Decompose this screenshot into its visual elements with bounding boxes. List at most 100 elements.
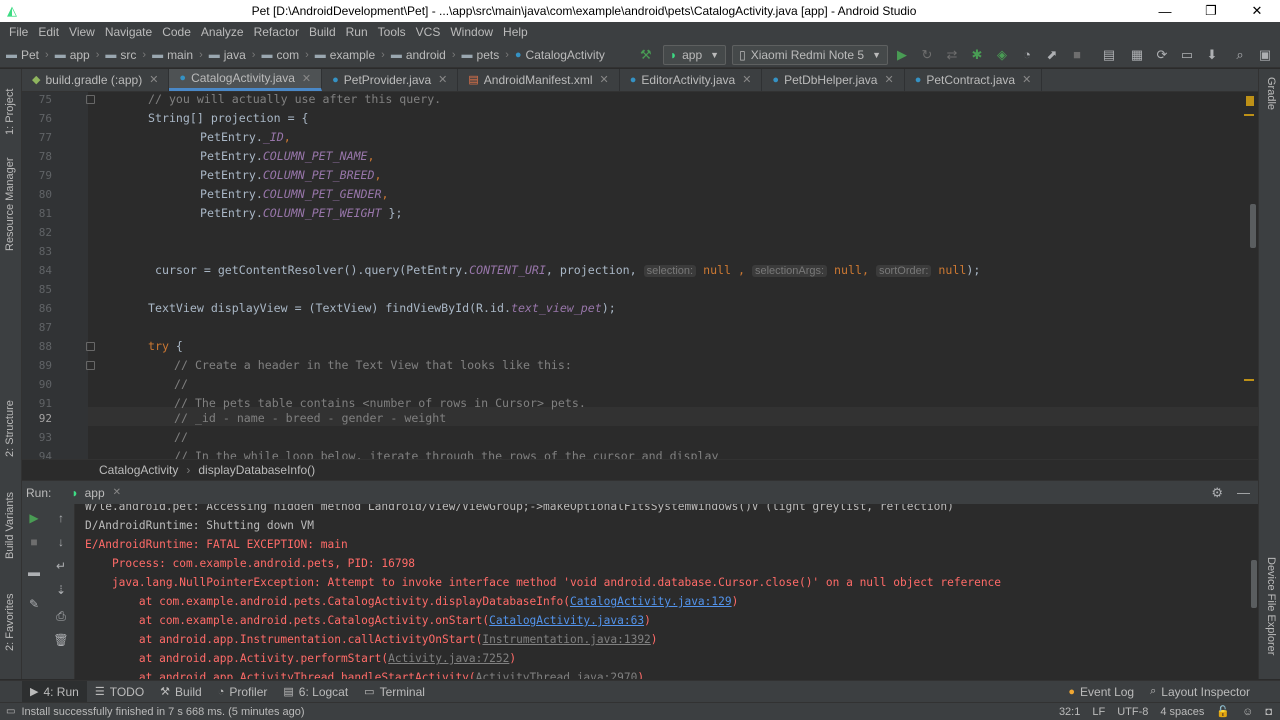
coverage-icon[interactable]: ◈: [991, 44, 1013, 66]
device-file-explorer-tool-button[interactable]: Device File Explorer: [1265, 557, 1277, 655]
tab-terminal[interactable]: ▭ Terminal: [356, 681, 433, 703]
project-structure-icon[interactable]: ▦: [1126, 44, 1148, 66]
favorites-tool-button[interactable]: 2: Favorites: [4, 594, 16, 651]
stop-icon[interactable]: ■: [24, 532, 44, 552]
crumb-android[interactable]: ▬ android ›: [391, 48, 456, 62]
tab-catalogactivity[interactable]: ● CatalogActivity.java ✕: [169, 69, 323, 91]
menu-build[interactable]: Build: [304, 25, 341, 39]
breadcrumb-class[interactable]: CatalogActivity: [99, 463, 178, 477]
apply-code-changes-icon[interactable]: ⇄: [941, 44, 963, 66]
menu-view[interactable]: View: [64, 25, 100, 39]
menu-window[interactable]: Window: [445, 25, 498, 39]
debug-icon[interactable]: ✱: [966, 44, 988, 66]
close-tab-icon[interactable]: ✕: [600, 73, 609, 86]
make-project-hammer-icon[interactable]: ⚒: [635, 44, 657, 66]
device-manager-icon[interactable]: ▤: [1098, 44, 1120, 66]
crumb-example[interactable]: ▬ example ›: [315, 48, 385, 62]
tab-todo[interactable]: ☰ TODO: [87, 681, 152, 703]
menu-help[interactable]: Help: [498, 25, 533, 39]
file-encoding[interactable]: UTF-8: [1117, 706, 1148, 718]
tab-petcontract[interactable]: ● PetContract.java ✕: [905, 69, 1043, 91]
close-tab-icon[interactable]: ✕: [438, 73, 447, 86]
crumb-pets[interactable]: ▬ pets ›: [462, 48, 509, 62]
tab-layout-inspector[interactable]: ⌕ Layout Inspector: [1142, 681, 1258, 703]
run-config-select[interactable]: ◗ app ▼: [662, 44, 727, 65]
hide-panel-icon[interactable]: —: [1237, 485, 1250, 500]
crumb-src[interactable]: ▬ src ›: [105, 48, 146, 62]
tab-profiler[interactable]: ◔ Profiler: [210, 681, 276, 703]
crumb-main[interactable]: ▬ main ›: [152, 48, 203, 62]
menu-analyze[interactable]: Analyze: [196, 25, 249, 39]
profile-icon[interactable]: ◔: [1016, 44, 1038, 66]
fold-marker-icon[interactable]: [86, 342, 95, 351]
close-button[interactable]: ✕: [1234, 0, 1280, 22]
crumb-catalogactivity[interactable]: ● CatalogActivity: [515, 48, 605, 62]
sdk-manager-icon[interactable]: ⬇: [1201, 44, 1223, 66]
structure-tool-button[interactable]: 2: Structure: [4, 400, 16, 457]
tab-androidmanifest[interactable]: ▤ AndroidManifest.xml ✕: [458, 69, 620, 91]
status-toggle-icon[interactable]: ▭: [6, 706, 15, 717]
resource-manager-tool-button[interactable]: Resource Manager: [4, 157, 16, 251]
crumb-pet[interactable]: ▬ Pet ›: [6, 48, 49, 62]
fold-marker-icon[interactable]: [86, 361, 95, 370]
tab-run[interactable]: ▶ 4: Run: [22, 680, 87, 703]
breadcrumb-method[interactable]: displayDatabaseInfo(): [198, 463, 315, 477]
scroll-to-end-icon[interactable]: ⇣: [51, 580, 71, 600]
line-separator[interactable]: LF: [1092, 706, 1105, 718]
crumb-java[interactable]: ▬ java ›: [209, 48, 256, 62]
console-scrollbar[interactable]: [1251, 560, 1257, 608]
tab-build-gradle[interactable]: ◆ build.gradle (:app) ✕: [22, 69, 170, 91]
run-icon[interactable]: ▶: [891, 44, 913, 66]
search-everywhere-icon[interactable]: ▣: [1254, 44, 1276, 66]
gear-icon[interactable]: ⚙: [1211, 485, 1223, 501]
tab-event-log[interactable]: ● Event Log: [1060, 681, 1142, 703]
arrow-down-icon[interactable]: ↓: [51, 532, 71, 552]
lock-icon[interactable]: 🔓: [1216, 705, 1230, 718]
gradle-tool-button[interactable]: Gradle: [1265, 77, 1277, 110]
arrow-up-icon[interactable]: ↑: [51, 508, 71, 528]
build-variants-tool-button[interactable]: Build Variants: [4, 492, 16, 559]
stack-frame-link[interactable]: CatalogActivity.java:63: [489, 614, 644, 627]
warning-stripe-icon[interactable]: [1246, 96, 1254, 106]
crumb-app[interactable]: ▬ app ›: [55, 48, 100, 62]
fold-marker-icon[interactable]: [86, 95, 95, 104]
minimize-button[interactable]: —: [1142, 0, 1188, 22]
close-tab-icon[interactable]: ✕: [742, 73, 751, 86]
caret-position[interactable]: 32:1: [1059, 706, 1080, 718]
menu-code[interactable]: Code: [157, 25, 196, 39]
stack-frame-link[interactable]: ActivityThread.java:2970: [476, 671, 638, 679]
print-icon[interactable]: ⎙: [51, 606, 71, 626]
indent-setting[interactable]: 4 spaces: [1160, 706, 1204, 718]
menu-file[interactable]: File: [4, 25, 33, 39]
tab-petdbhelper[interactable]: ● PetDbHelper.java ✕: [762, 69, 905, 91]
menu-navigate[interactable]: Navigate: [100, 25, 157, 39]
run-console[interactable]: W/le.android.pet: Accessing hidden metho…: [75, 504, 1258, 679]
code-editor[interactable]: 75 76 77 78 79 80 81 82 83 84 85 86 87 8…: [22, 92, 1258, 459]
menu-refactor[interactable]: Refactor: [249, 25, 304, 39]
close-tab-icon[interactable]: ✕: [113, 487, 121, 498]
tab-build[interactable]: ⚒ Build: [152, 681, 210, 703]
inspector-icon[interactable]: ☺: [1242, 706, 1253, 718]
close-tab-icon[interactable]: ✕: [149, 73, 158, 86]
tab-petprovider[interactable]: ● PetProvider.java ✕: [322, 69, 459, 91]
close-tab-icon[interactable]: ✕: [1022, 73, 1031, 86]
rerun-icon[interactable]: ▶: [24, 508, 44, 528]
stack-frame-link[interactable]: Activity.java:7252: [388, 652, 509, 665]
status-message[interactable]: Install successfully finished in 7 s 668…: [21, 706, 304, 718]
close-tab-icon[interactable]: ✕: [884, 73, 893, 86]
sync-gradle-icon[interactable]: ⟳: [1151, 44, 1173, 66]
tab-logcat[interactable]: ▤ 6: Logcat: [275, 681, 356, 703]
apply-changes-icon[interactable]: ↻: [916, 44, 938, 66]
project-tool-button[interactable]: 1: Project: [4, 89, 16, 135]
editor-scrollbar[interactable]: [1250, 204, 1256, 248]
restore-layout-icon[interactable]: ▬: [24, 562, 44, 582]
search-icon[interactable]: ⌕: [1229, 44, 1251, 66]
stack-frame-link[interactable]: Instrumentation.java:1392: [482, 633, 650, 646]
tab-editoractivity[interactable]: ● EditorActivity.java ✕: [620, 69, 763, 91]
close-tab-icon[interactable]: ✕: [302, 72, 311, 85]
menu-tools[interactable]: Tools: [373, 25, 411, 39]
pin-icon[interactable]: ✎: [24, 594, 44, 614]
notifications-icon[interactable]: ◘: [1265, 706, 1272, 718]
menu-run[interactable]: Run: [341, 25, 373, 39]
menu-vcs[interactable]: VCS: [411, 25, 446, 39]
